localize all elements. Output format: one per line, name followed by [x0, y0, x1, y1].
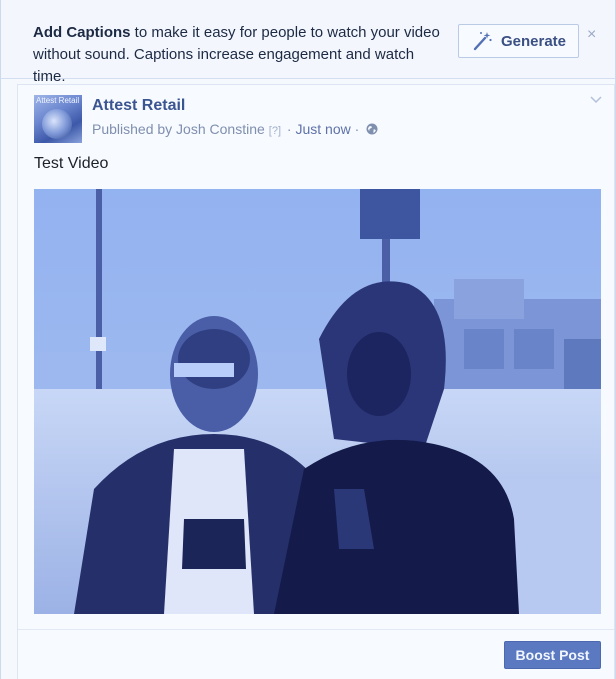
page-avatar[interactable]: Attest Retail [34, 95, 82, 143]
captions-banner-title: Add Captions [33, 24, 131, 41]
avatar-label: Attest Retail [36, 96, 80, 105]
captions-banner-text: Add Captions to make it easy for people … [33, 22, 443, 88]
timestamp-link[interactable]: Just now [295, 121, 350, 137]
magic-wand-icon [473, 32, 492, 51]
globe-icon[interactable] [366, 123, 378, 135]
meta-separator: · [350, 121, 364, 137]
video-frame-image [34, 189, 601, 614]
post-meta: Published by Josh Constine [?] · Just now… [92, 121, 378, 137]
meta-separator: · [283, 121, 296, 137]
published-by-text: Published by Josh Constine [92, 121, 265, 137]
captions-banner: Add Captions to make it easy for people … [1, 0, 615, 85]
app-frame: Add Captions to make it easy for people … [0, 0, 616, 679]
close-icon[interactable]: × [587, 26, 596, 44]
boost-post-button[interactable]: Boost Post [504, 641, 601, 669]
post-card: Attest Retail Attest Retail Published by… [17, 84, 615, 679]
generate-captions-button[interactable]: Generate [458, 24, 579, 58]
chevron-down-icon[interactable] [590, 95, 602, 105]
video-thumbnail[interactable] [34, 189, 601, 614]
generate-button-label: Generate [500, 32, 567, 50]
page-name-link[interactable]: Attest Retail [92, 97, 185, 115]
post-footer-divider [18, 629, 614, 630]
avatar-image [42, 109, 72, 139]
help-marker[interactable]: [?] [269, 125, 281, 137]
post-text: Test Video [34, 155, 109, 172]
